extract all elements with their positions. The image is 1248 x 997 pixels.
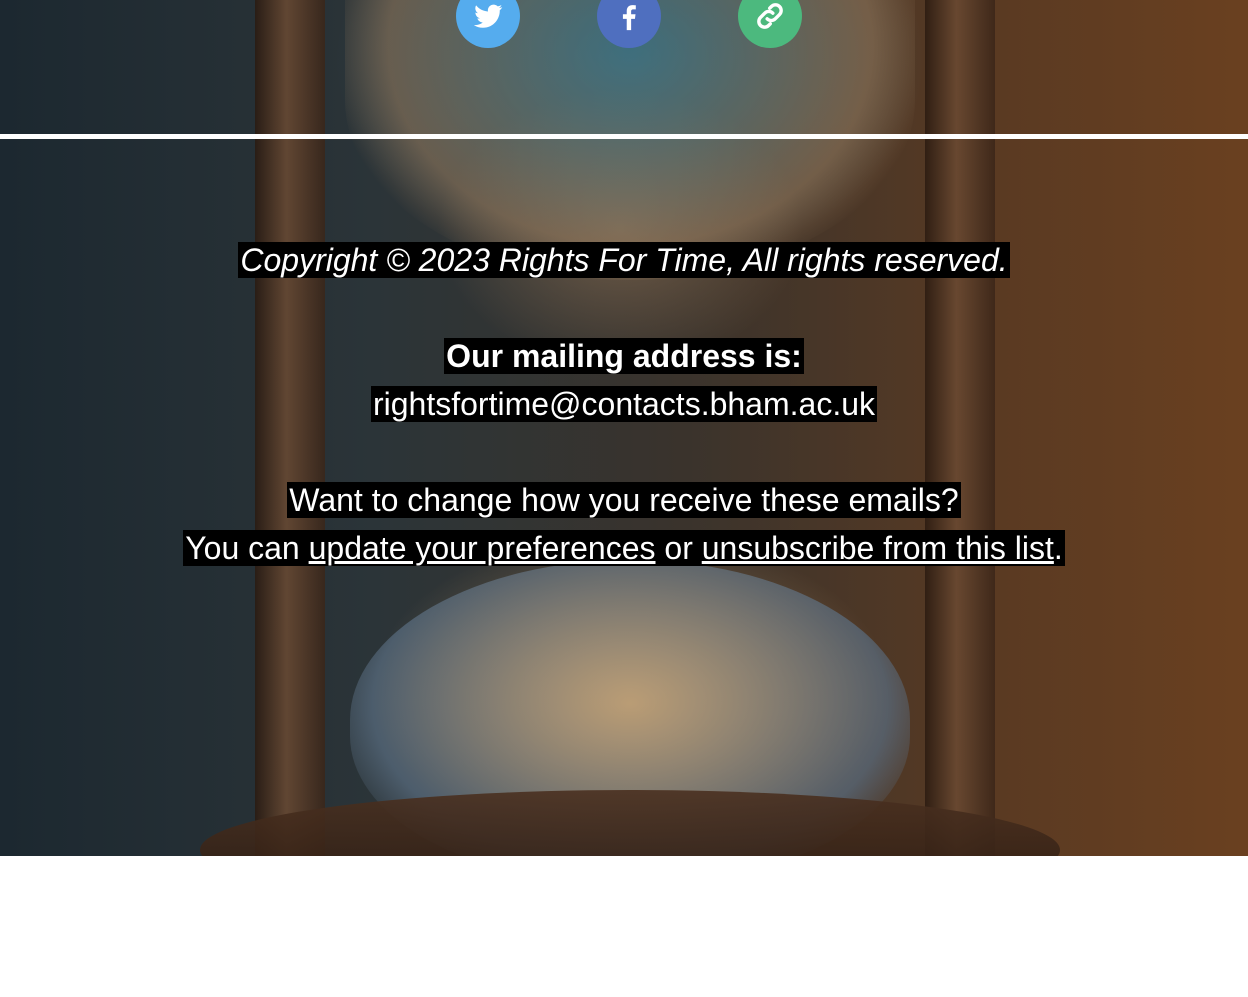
website-link-button[interactable] [738,0,802,48]
mailing-email: rightsfortime@contacts.bham.ac.uk [370,386,877,422]
you-can-text: You can [185,530,309,566]
twitter-button[interactable] [456,0,520,48]
social-links [0,0,1248,54]
copyright-text: Copyright © 2023 Rights For Time, All ri… [238,242,1010,278]
footer-text: Copyright © 2023 Rights For Time, All ri… [0,236,1248,572]
mailing-address-heading: Our mailing address is: [444,338,804,374]
email-footer: Copyright © 2023 Rights For Time, All ri… [0,0,1248,856]
facebook-button[interactable] [597,0,661,48]
facebook-icon [622,5,636,31]
footer-divider [0,134,1248,139]
preferences-question: Want to change how you receive these ema… [287,482,961,518]
unsubscribe-link[interactable]: unsubscribe from this list [702,530,1054,566]
link-icon [757,3,783,29]
update-preferences-link[interactable]: update your preferences [309,530,656,566]
period-text: . [1053,530,1063,566]
twitter-icon [473,4,503,28]
or-text: or [655,530,702,566]
preferences-line: You can update your preferences or unsub… [183,530,1065,566]
